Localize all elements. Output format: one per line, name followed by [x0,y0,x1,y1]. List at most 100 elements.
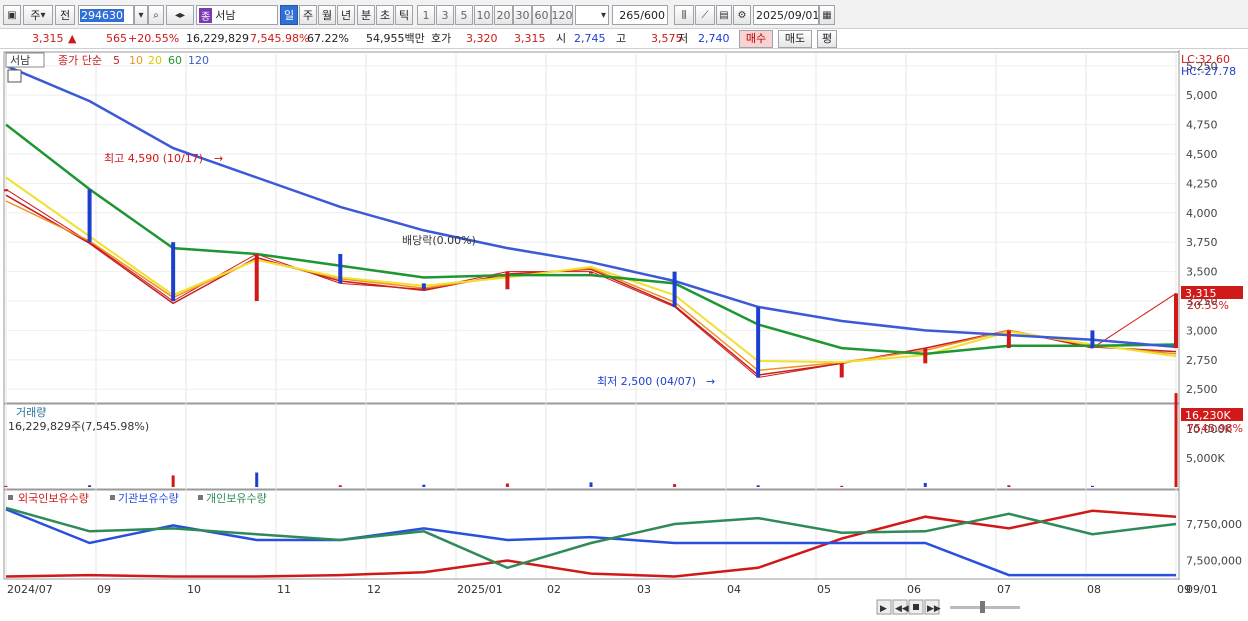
sell-button[interactable]: 매도 [778,30,812,48]
period-day[interactable]: 일 [280,5,298,25]
x-axis-label: 06 [907,583,921,596]
up-arrow-icon: ▲ [68,32,77,45]
count-value: 265 [619,8,641,22]
volume-bar [1174,393,1178,487]
average-button[interactable]: 평 [817,30,837,48]
candle [505,271,510,290]
count-field[interactable]: 265 /600 [612,5,668,25]
candle-icon[interactable]: ⫼ [674,5,694,25]
holdings-panel [3,489,1180,580]
interval-60[interactable]: 60 [532,5,551,25]
candle [1174,293,1178,349]
ma60-legend[interactable]: 60 [168,54,182,67]
candle [421,283,426,290]
search-icon[interactable]: ⌕ [148,5,164,25]
price-tick-label: 4,500 [1186,148,1218,161]
gear-icon[interactable]: ⚙ [733,5,751,25]
svg-text:▶: ▶ [880,604,887,614]
dividend-annotation: 배당락(0.00%) [402,234,476,247]
price-change: 565 [106,32,127,45]
volume-bar [255,472,259,487]
volume-bar [422,484,426,487]
quote-bar: 3,315 ▲ 565 +20.55% 16,229,829 7,545.98%… [0,29,1248,49]
period-year[interactable]: 년 [337,5,355,25]
interval-3[interactable]: 3 [436,5,454,25]
layout-icon[interactable]: ▣ [3,5,21,25]
x-axis-label: 03 [637,583,651,596]
volume-current-label: 16,230K [1185,409,1231,422]
period-second[interactable]: 초 [376,5,394,25]
trade-amount: 54,955백만 [366,32,425,45]
price-tick-label: 5,000 [1186,89,1218,102]
count-total: /600 [640,8,665,22]
volume-bar [1007,485,1011,487]
ma20-legend[interactable]: 20 [148,54,162,67]
holdings-tick-label: 7,500,000 [1186,554,1242,567]
period-tick[interactable]: 틱 [395,5,413,25]
period-month[interactable]: 월 [318,5,336,25]
ma120-legend[interactable]: 120 [188,54,209,67]
stock-name-field[interactable]: 종 서남 [196,5,278,25]
stock-name: 서남 [215,9,236,22]
stock-name-tag: 서남 [10,54,30,67]
table-icon[interactable] [7,69,22,83]
interval-1[interactable]: 1 [417,5,435,25]
max-price-annotation: 최고 4,590 (10/17) [104,152,203,165]
volume-tick-label: 5,000K [1186,452,1225,465]
volume-ratio: 7,545.98% [250,32,310,45]
legend-foreign[interactable]: 외국인보유수량 [18,492,89,505]
x-axis-label: 2025/01 [457,583,503,596]
volume-bar [756,485,760,487]
candle [589,271,593,274]
scroll-thumb[interactable] [980,601,985,613]
buy-button[interactable]: 매수 [739,30,773,48]
interval-20[interactable]: 20 [494,5,513,25]
date-input[interactable]: 2025/09/01 [753,5,819,25]
current-pct-label: 20.55% [1187,299,1229,312]
code-dropdown-icon[interactable]: ▾ [134,5,148,25]
candle [923,348,928,364]
prev-button[interactable]: 전 [55,5,75,25]
candle [1006,330,1011,349]
price-tick-label: 4,000 [1186,207,1218,220]
volume-bar [673,484,677,487]
holdings-tick-label: 7,750,000 [1186,518,1242,531]
volume-current-pct: 7545.98% [1187,422,1243,435]
period-minute[interactable]: 분 [357,5,375,25]
x-axis-label: 10 [187,583,201,596]
legend-institution[interactable]: 기관보유수량 [118,492,179,505]
stock-chart[interactable]: 5,2505,0004,7504,5004,2504,0003,7503,500… [0,50,1248,621]
candle [839,363,844,378]
interval-120[interactable]: 120 [551,5,573,25]
ma-title: 종가 단순 [58,54,102,67]
custom-interval-input[interactable]: ▾ [575,5,609,25]
period-week[interactable]: 주 [299,5,317,25]
stock-code-input[interactable]: 294630 [78,5,134,25]
candle [171,242,176,302]
save-icon[interactable]: ▤ [716,5,732,25]
ma10-legend[interactable]: 10 [129,54,143,67]
current-price: 3,315 [32,32,64,45]
price-tick-label: 4,250 [1186,177,1218,190]
market-select[interactable]: 주 ▾ [23,5,53,25]
interval-10[interactable]: 10 [474,5,493,25]
volume-panel [3,403,1180,490]
volume-title: 거래량 [16,406,46,419]
bid-price: 3,315 [514,32,546,45]
svg-text:▶▶: ▶▶ [927,604,941,614]
volume: 16,229,829 [186,32,249,45]
stock-badge: 종 [199,7,213,23]
interval-30[interactable]: 30 [513,5,532,25]
calendar-icon[interactable]: ▦ [819,5,835,25]
open-label: 시 [556,32,567,45]
ma5-legend[interactable]: 5 [113,54,120,67]
speaker-icon[interactable]: ◂▸ [166,5,194,25]
legend-individual[interactable]: 개인보유수량 [206,492,267,505]
scroll-controls[interactable]: ▶ ◀◀ ▶▶ [876,599,1020,615]
candle [672,271,677,307]
price-tick-label: 3,000 [1186,324,1218,337]
interval-5[interactable]: 5 [455,5,473,25]
draw-line-icon[interactable]: ⟋ [695,5,715,25]
x-axis-label: 02 [547,583,561,596]
toolbar: ▣ 주 ▾ 전 294630 ▾ ⌕ ◂▸ 종 서남 일 주 월 년 분 초 틱 … [0,0,1248,29]
